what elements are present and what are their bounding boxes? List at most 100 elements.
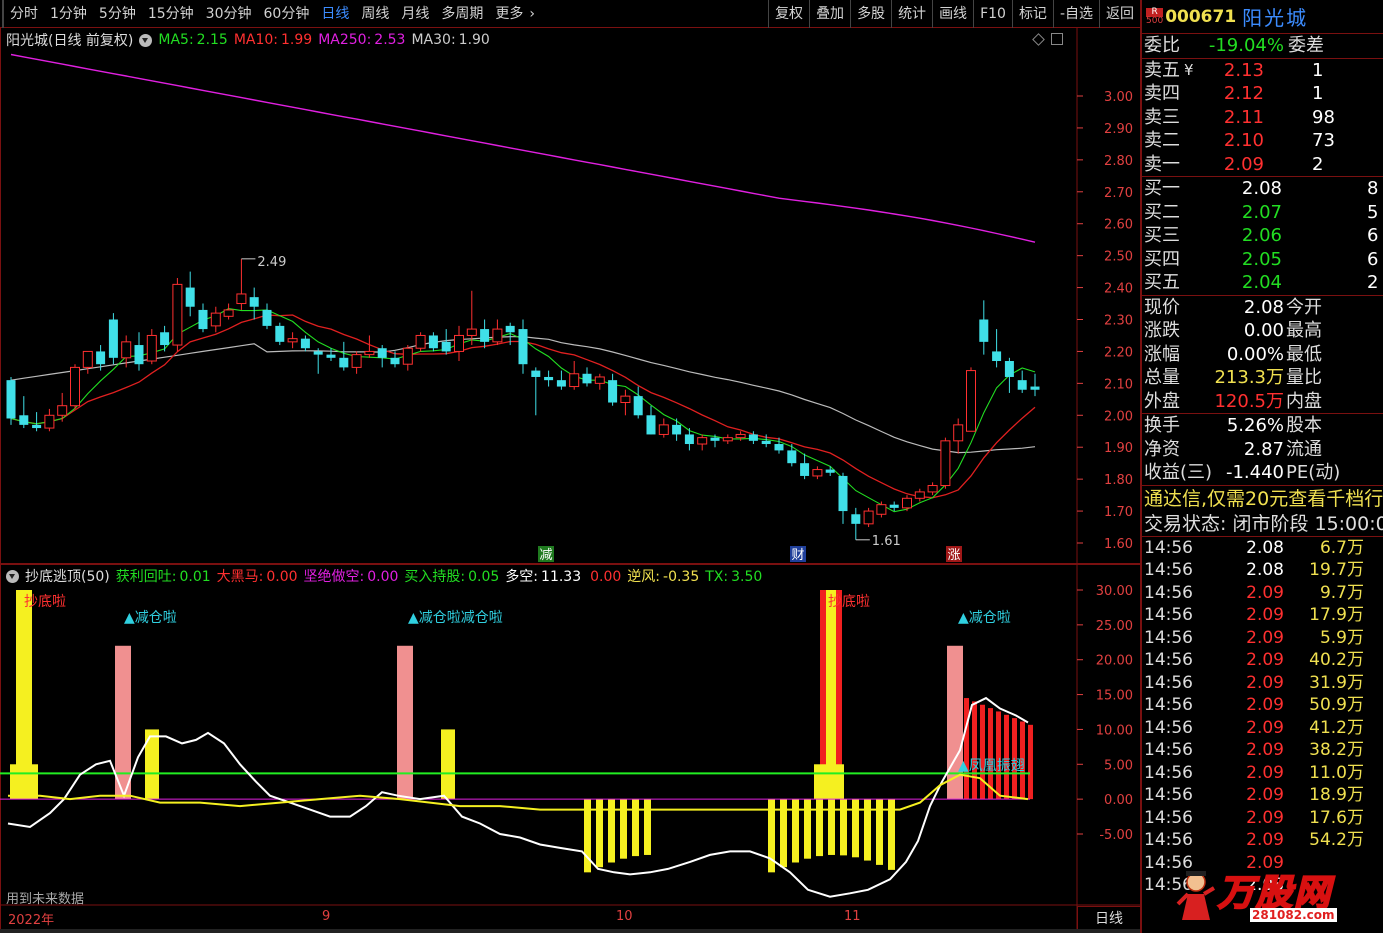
stock-name[interactable]: 阳光城 bbox=[1242, 2, 1308, 31]
main-chart-title: 阳光城(日线 前复权) bbox=[6, 33, 134, 49]
tab-0[interactable]: 分时 bbox=[2, 0, 44, 28]
tool-5[interactable]: F10 bbox=[973, 0, 1012, 28]
short-signal-stripe bbox=[828, 799, 835, 855]
quote-label2: 量比 bbox=[1286, 367, 1322, 388]
tab-3[interactable]: 15分钟 bbox=[142, 0, 200, 28]
phoenix-stripe bbox=[996, 711, 1001, 800]
candle-body bbox=[236, 293, 247, 305]
indicator-field-7: TX: 3.50 bbox=[705, 569, 762, 585]
tick-row: 14:56 2.09 38.2万 bbox=[1142, 739, 1383, 762]
indicator-field-5: 0.00 bbox=[587, 569, 621, 585]
tick-v: 54.2万 bbox=[1309, 830, 1364, 850]
ind-tick-label: 5.00 bbox=[1104, 758, 1133, 773]
bid-vol: 2 bbox=[1367, 272, 1379, 293]
tab-8[interactable]: 月线 bbox=[395, 0, 435, 28]
tab-1[interactable]: 1分钟 bbox=[44, 0, 93, 28]
ma-label: MA5: bbox=[158, 32, 194, 48]
nifeng-line bbox=[8, 773, 1029, 811]
tab-4[interactable]: 30分钟 bbox=[200, 0, 258, 28]
tab-6[interactable]: 日线 bbox=[315, 0, 355, 28]
candle-body bbox=[787, 450, 797, 464]
candle-body bbox=[82, 350, 93, 368]
tick-p: 2.09 bbox=[1246, 807, 1284, 828]
tool-2[interactable]: 多股 bbox=[850, 0, 891, 28]
bid-price: 2.06 bbox=[1241, 225, 1282, 246]
period-indicator[interactable]: 日线 bbox=[1077, 906, 1140, 930]
tick-t: 14:56 bbox=[1144, 605, 1193, 625]
tab-9[interactable]: 多周期 bbox=[435, 0, 489, 28]
tick-t: 14:56 bbox=[1144, 717, 1193, 738]
field-label: TX: bbox=[705, 569, 729, 585]
quote-label: 现价 bbox=[1144, 296, 1180, 318]
tab-5[interactable]: 60分钟 bbox=[258, 0, 316, 28]
bottom-tab-strip bbox=[0, 929, 1140, 933]
quote-value: 0.00 bbox=[1243, 320, 1284, 341]
quote-value: 120.5万 bbox=[1214, 390, 1284, 412]
fund-label: 净资 bbox=[1144, 438, 1180, 460]
short-signal-stripe bbox=[620, 799, 627, 859]
window-icon[interactable] bbox=[1051, 33, 1063, 45]
ask-label: 卖四 bbox=[1144, 83, 1180, 104]
ask-mark bbox=[1180, 129, 1216, 153]
quote-label2: 最低 bbox=[1286, 343, 1322, 365]
tool-6[interactable]: 标记 bbox=[1011, 0, 1053, 28]
watermark-url: 281082.com bbox=[1250, 908, 1337, 922]
field-label: 买入持股: bbox=[404, 569, 466, 585]
phoenix-stripe bbox=[964, 698, 969, 800]
chart-tools: 复权 叠加 多股 统计 画线 F10 标记 -自选 返回 bbox=[768, 0, 1140, 28]
indicator-field-0: 获利回吐: 0.01 bbox=[116, 569, 211, 585]
candle-body bbox=[492, 328, 503, 343]
candle-body bbox=[697, 437, 708, 445]
tab-10[interactable]: 更多 bbox=[489, 0, 529, 28]
tick-p: 2.09 bbox=[1246, 740, 1284, 760]
ask-row-1: 卖四 2.12 1 bbox=[1142, 82, 1383, 106]
period-tabs: 分时 1分钟 5分钟 15分钟 30分钟 60分钟 日线 周线 月线 多周期 更多 › bbox=[0, 0, 539, 28]
field-value: 0.05 bbox=[468, 569, 500, 585]
candle-body bbox=[863, 510, 874, 525]
indicator-legend: 抄底逃顶(50) 获利回吐: 0.01 大黑马: 0.00 坚绝做空: 0.00 买入持股:… bbox=[6, 566, 768, 586]
tool-4[interactable]: 画线 bbox=[932, 0, 973, 28]
short-signal-stripe bbox=[840, 799, 847, 856]
price-tick-label: 1.90 bbox=[1104, 441, 1133, 456]
tab-2[interactable]: 5分钟 bbox=[93, 0, 142, 28]
tick-row: 14:56 2.09 41.2万 bbox=[1142, 717, 1383, 740]
bottom-signal-base bbox=[10, 764, 38, 800]
bid-label: 买一 bbox=[1144, 178, 1180, 199]
candle-body bbox=[774, 444, 784, 451]
high-price-label: 2.49 bbox=[257, 255, 286, 270]
tick-p: 2.09 bbox=[1246, 605, 1284, 625]
legend-dropdown-icon[interactable] bbox=[139, 33, 153, 47]
tool-0[interactable]: 复权 bbox=[768, 0, 809, 28]
chart-area[interactable]: 3.00 2.90 2.80 2.70 2.60 2.50 2.40 2.30 2.20 2.10… bbox=[0, 28, 1140, 933]
future-data-note: 用到未来数据 bbox=[6, 892, 85, 907]
field-value: -0.35 bbox=[663, 569, 700, 585]
tool-3[interactable]: 统计 bbox=[891, 0, 932, 28]
candle-body bbox=[1030, 386, 1040, 390]
kline-svg[interactable]: 3.00 2.90 2.80 2.70 2.60 2.50 2.40 2.30 2.20 2.10… bbox=[0, 28, 1140, 933]
candle-body bbox=[185, 287, 195, 307]
candle-body bbox=[672, 424, 682, 435]
ask-book: 卖五 ¥2.13 1 卖四 2.12 1 卖三 2.11 98 卖二 2.10 73 卖一 2.09 2 bbox=[1142, 57, 1383, 177]
tick-t: 14:56 bbox=[1144, 807, 1193, 828]
ask-price: 2.11 bbox=[1223, 106, 1264, 128]
more-chevron-icon[interactable]: › bbox=[529, 0, 539, 28]
tool-8[interactable]: 返回 bbox=[1099, 0, 1140, 28]
tick-row: 14:56 2.08 6.7万 bbox=[1142, 537, 1383, 560]
price-tick-label: 1.60 bbox=[1104, 537, 1133, 552]
tab-7[interactable]: 周线 bbox=[355, 0, 395, 28]
phoenix-stripe bbox=[972, 701, 977, 800]
candle-body bbox=[441, 341, 451, 352]
indicator-field-2: 坚绝做空: 0.00 bbox=[304, 569, 399, 585]
diamond-icon[interactable] bbox=[1032, 33, 1045, 46]
tick-list[interactable]: 14:56 2.08 6.7万 14:56 2.08 19.7万 14:56 2.09 9.7万… bbox=[1142, 537, 1383, 897]
price-tick-label: 2.90 bbox=[1104, 122, 1133, 137]
tool-1[interactable]: 叠加 bbox=[809, 0, 850, 28]
ask-vol: 2 bbox=[1312, 153, 1324, 175]
ad-banner[interactable]: 通达信,仅需20元查看千档行 bbox=[1142, 484, 1383, 511]
bid-row-4: 买五 2.04 2 bbox=[1142, 271, 1383, 295]
price-tick-label: 2.00 bbox=[1104, 409, 1133, 424]
tool-7[interactable]: -自选 bbox=[1052, 0, 1099, 28]
tick-t: 14:56 bbox=[1144, 560, 1193, 580]
reduce-signal-bar bbox=[947, 645, 963, 800]
indicator-dropdown-icon[interactable] bbox=[6, 569, 19, 583]
